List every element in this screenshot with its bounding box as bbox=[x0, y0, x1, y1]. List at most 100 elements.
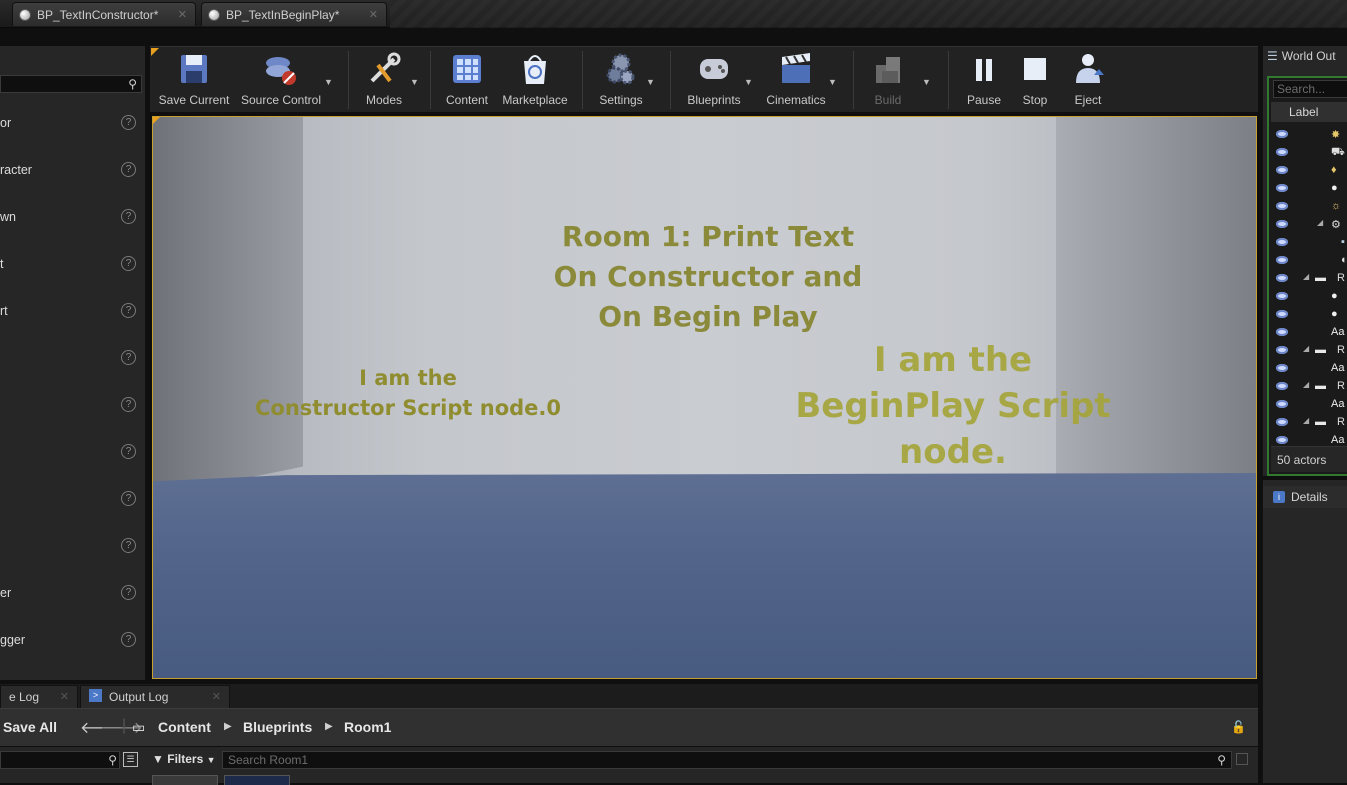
asset-thumbnail[interactable] bbox=[152, 775, 218, 785]
visibility-eye-icon[interactable] bbox=[1276, 328, 1288, 336]
visibility-eye-icon[interactable] bbox=[1276, 346, 1288, 354]
eject-button[interactable]: Eject bbox=[1066, 51, 1110, 111]
visibility-eye-icon[interactable] bbox=[1276, 130, 1288, 138]
chevron-down-icon[interactable]: ▼ bbox=[744, 77, 753, 87]
outliner-row[interactable]: ◢ ⚙ bbox=[1271, 216, 1347, 234]
actor-class-item[interactable]: ? bbox=[0, 490, 146, 510]
help-icon[interactable]: ? bbox=[121, 538, 136, 553]
expand-arrow-icon[interactable]: ◢ bbox=[1303, 344, 1309, 353]
chevron-down-icon[interactable]: ▼ bbox=[646, 77, 655, 87]
blueprints-button[interactable]: Blueprints ▼ bbox=[682, 51, 753, 111]
outliner-row[interactable]: ☼ bbox=[1271, 198, 1347, 216]
world-outliner-tab[interactable]: ☰ World Out bbox=[1267, 49, 1336, 63]
outliner-row[interactable]: ● bbox=[1271, 288, 1347, 306]
outliner-row[interactable]: Aa bbox=[1271, 396, 1347, 414]
cinematics-button[interactable]: Cinematics ▼ bbox=[762, 51, 837, 111]
tab-bp-text-in-constructor[interactable]: BP_TextInConstructor* ✕ bbox=[12, 2, 196, 26]
help-icon[interactable]: ? bbox=[121, 256, 136, 271]
constructor-script-text[interactable]: I am the Constructor Script node.0 bbox=[248, 363, 568, 423]
source-control-button[interactable]: Source Control ▼ bbox=[238, 51, 333, 111]
save-all-button[interactable]: Save All bbox=[3, 719, 57, 735]
actor-class-item[interactable]: ? bbox=[0, 396, 146, 416]
marketplace-button[interactable]: Marketplace bbox=[500, 51, 570, 111]
outliner-row[interactable]: ● bbox=[1271, 306, 1347, 324]
close-icon[interactable]: ✕ bbox=[212, 690, 221, 703]
actor-class-item[interactable]: ? bbox=[0, 349, 146, 369]
visibility-eye-icon[interactable] bbox=[1276, 418, 1288, 426]
expand-arrow-icon[interactable]: ◢ bbox=[1303, 380, 1309, 389]
outliner-row[interactable]: ♦ bbox=[1271, 162, 1347, 180]
room-title-text[interactable]: Room 1: Print Text On Constructor and On… bbox=[553, 217, 863, 337]
level-viewport[interactable]: Room 1: Print Text On Constructor and On… bbox=[152, 116, 1257, 679]
asset-thumbnail[interactable] bbox=[224, 775, 290, 785]
visibility-eye-icon[interactable] bbox=[1276, 238, 1288, 246]
save-search-icon[interactable] bbox=[1236, 753, 1248, 765]
visibility-eye-icon[interactable] bbox=[1276, 202, 1288, 210]
breadcrumb-blueprints[interactable]: Blueprints bbox=[243, 719, 312, 735]
tab-bp-text-in-begin-play[interactable]: BP_TextInBeginPlay* ✕ bbox=[201, 2, 387, 26]
expand-arrow-icon[interactable]: ◢ bbox=[1303, 416, 1309, 425]
help-icon[interactable]: ? bbox=[121, 585, 136, 600]
outliner-row[interactable]: ✸ bbox=[1271, 126, 1347, 144]
help-icon[interactable]: ? bbox=[121, 162, 136, 177]
expand-arrow-icon[interactable]: ◢ bbox=[1317, 218, 1323, 227]
visibility-eye-icon[interactable] bbox=[1276, 310, 1288, 318]
actor-class-item[interactable]: t? bbox=[0, 255, 146, 275]
actor-class-item[interactable]: or? bbox=[0, 114, 146, 134]
visibility-eye-icon[interactable] bbox=[1276, 382, 1288, 390]
visibility-eye-icon[interactable] bbox=[1276, 166, 1288, 174]
help-icon[interactable]: ? bbox=[121, 209, 136, 224]
visibility-eye-icon[interactable] bbox=[1276, 148, 1288, 156]
actor-class-item[interactable]: ? bbox=[0, 443, 146, 463]
build-button[interactable]: Build ▼ bbox=[866, 51, 931, 111]
viewport-options-corner[interactable] bbox=[153, 117, 160, 124]
beginplay-script-text[interactable]: I am the BeginPlay Script node. bbox=[743, 337, 1163, 475]
chevron-right-icon[interactable]: ▶ bbox=[325, 721, 333, 732]
actor-class-item[interactable]: rt? bbox=[0, 302, 146, 322]
actor-class-item[interactable]: er? bbox=[0, 584, 146, 604]
settings-button[interactable]: Settings ▼ bbox=[594, 51, 655, 111]
filters-button[interactable]: ▼ Filters ▼ bbox=[152, 752, 216, 766]
actor-class-item[interactable]: ? bbox=[0, 537, 146, 557]
pause-button[interactable]: Pause bbox=[962, 51, 1006, 111]
breadcrumb-content[interactable]: Content bbox=[158, 719, 211, 735]
place-actors-search-input[interactable]: ⚲ bbox=[0, 75, 142, 93]
help-icon[interactable]: ? bbox=[121, 632, 136, 647]
close-icon[interactable]: ✕ bbox=[178, 8, 187, 21]
breadcrumb-room1[interactable]: Room1 bbox=[344, 719, 391, 735]
outliner-row[interactable]: ● bbox=[1271, 180, 1347, 198]
folder-search-input[interactable]: ⚲ bbox=[0, 751, 120, 769]
visibility-eye-icon[interactable] bbox=[1276, 364, 1288, 372]
chevron-right-icon[interactable]: ▶ bbox=[224, 721, 232, 732]
actor-class-item[interactable]: wn? bbox=[0, 208, 146, 228]
visibility-eye-icon[interactable] bbox=[1276, 184, 1288, 192]
tab-message-log[interactable]: e Log ✕ bbox=[0, 685, 78, 708]
visibility-eye-icon[interactable] bbox=[1276, 436, 1288, 444]
label-column-header[interactable]: Label bbox=[1271, 102, 1347, 122]
asset-search-input[interactable]: Search Room1 ⚲ bbox=[222, 751, 1232, 769]
visibility-eye-icon[interactable] bbox=[1276, 256, 1288, 264]
outliner-search-input[interactable]: Search... bbox=[1273, 80, 1347, 98]
outliner-row[interactable]: ◐ bbox=[1271, 252, 1347, 270]
close-icon[interactable]: ✕ bbox=[369, 8, 378, 21]
tab-output-log[interactable]: > Output Log ✕ bbox=[80, 685, 230, 708]
visibility-eye-icon[interactable] bbox=[1276, 220, 1288, 228]
chevron-down-icon[interactable]: ▼ bbox=[922, 77, 931, 87]
outliner-folder-row[interactable]: ◢ ▬ R bbox=[1271, 378, 1347, 396]
details-tab[interactable]: i Details bbox=[1263, 486, 1347, 508]
help-icon[interactable]: ? bbox=[121, 397, 136, 412]
list-view-icon[interactable]: ☰ bbox=[123, 752, 138, 767]
outliner-row[interactable]: ⛟ bbox=[1271, 144, 1347, 162]
visibility-eye-icon[interactable] bbox=[1276, 292, 1288, 300]
expand-arrow-icon[interactable]: ◢ bbox=[1303, 272, 1309, 281]
visibility-eye-icon[interactable] bbox=[1276, 400, 1288, 408]
help-icon[interactable]: ? bbox=[121, 115, 136, 130]
help-icon[interactable]: ? bbox=[121, 491, 136, 506]
save-current-button[interactable]: Save Current bbox=[156, 51, 232, 111]
outliner-row[interactable]: ▪ bbox=[1271, 234, 1347, 252]
outliner-folder-row[interactable]: ◢ ▬ R bbox=[1271, 342, 1347, 360]
actor-class-item[interactable]: racter? bbox=[0, 161, 146, 181]
help-icon[interactable]: ? bbox=[121, 303, 136, 318]
outliner-folder-row[interactable]: ◢ ▬ R bbox=[1271, 270, 1347, 288]
outliner-folder-row[interactable]: ◢ ▬ R bbox=[1271, 414, 1347, 432]
